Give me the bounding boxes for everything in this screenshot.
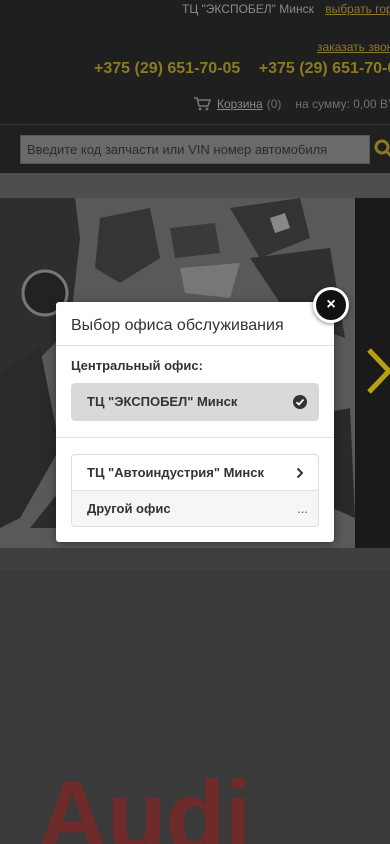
office-option-avtoindustriya[interactable]: ТЦ "Автоиндустрия" Минск	[72, 455, 318, 491]
selected-office-option[interactable]: ТЦ "ЭКСПОБЕЛ" Минск	[71, 383, 319, 421]
office-option-other[interactable]: Другой офис ...	[72, 491, 318, 526]
office-select-modal: Выбор офиса обслуживания Центральный офи…	[56, 302, 334, 542]
office-list: ТЦ "Автоиндустрия" Минск Другой офис ...	[71, 454, 319, 527]
office-option-label: Другой офис	[87, 501, 171, 516]
chevron-right-icon	[296, 467, 304, 479]
modal-title: Выбор офиса обслуживания	[71, 317, 284, 334]
more-dots: ...	[297, 501, 308, 516]
modal-divider	[56, 437, 334, 438]
modal-divider	[56, 345, 334, 346]
close-button[interactable]: ×	[313, 287, 349, 323]
central-office-label: Центральный офис:	[71, 358, 203, 373]
office-option-label: ТЦ "Автоиндустрия" Минск	[87, 465, 265, 480]
selected-office-label: ТЦ "ЭКСПОБЕЛ" Минск	[87, 394, 238, 409]
check-circle-icon	[293, 395, 307, 409]
